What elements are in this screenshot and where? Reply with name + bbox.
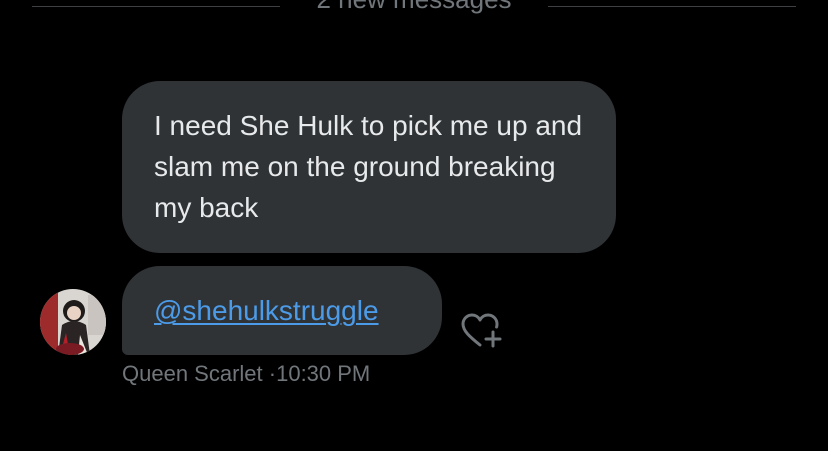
dm-conversation: 2 new messages I need She Hulk to pick m… <box>0 0 828 451</box>
message-meta: Queen Scarlet ·10:30 PM <box>122 361 370 387</box>
avatar-image <box>40 289 106 355</box>
heart-plus-icon-svg <box>461 313 502 348</box>
meta-separator: · <box>268 361 277 386</box>
heart-plus-icon[interactable] <box>460 312 504 350</box>
message-time: 10:30 PM <box>276 361 371 386</box>
message-bubble[interactable]: I need She Hulk to pick me up and slam m… <box>122 81 616 253</box>
avatar[interactable] <box>40 289 106 355</box>
message-text: I need She Hulk to pick me up and slam m… <box>154 110 583 223</box>
new-messages-divider: 2 new messages <box>0 0 828 20</box>
sender-name[interactable]: Queen Scarlet <box>122 361 263 386</box>
divider-line-left <box>32 6 280 7</box>
new-messages-label: 2 new messages <box>280 0 548 14</box>
message-bubble-mention[interactable]: @shehulkstruggle <box>122 266 442 355</box>
divider-line-right <box>548 6 796 7</box>
mention-link[interactable]: @shehulkstruggle <box>154 295 379 326</box>
